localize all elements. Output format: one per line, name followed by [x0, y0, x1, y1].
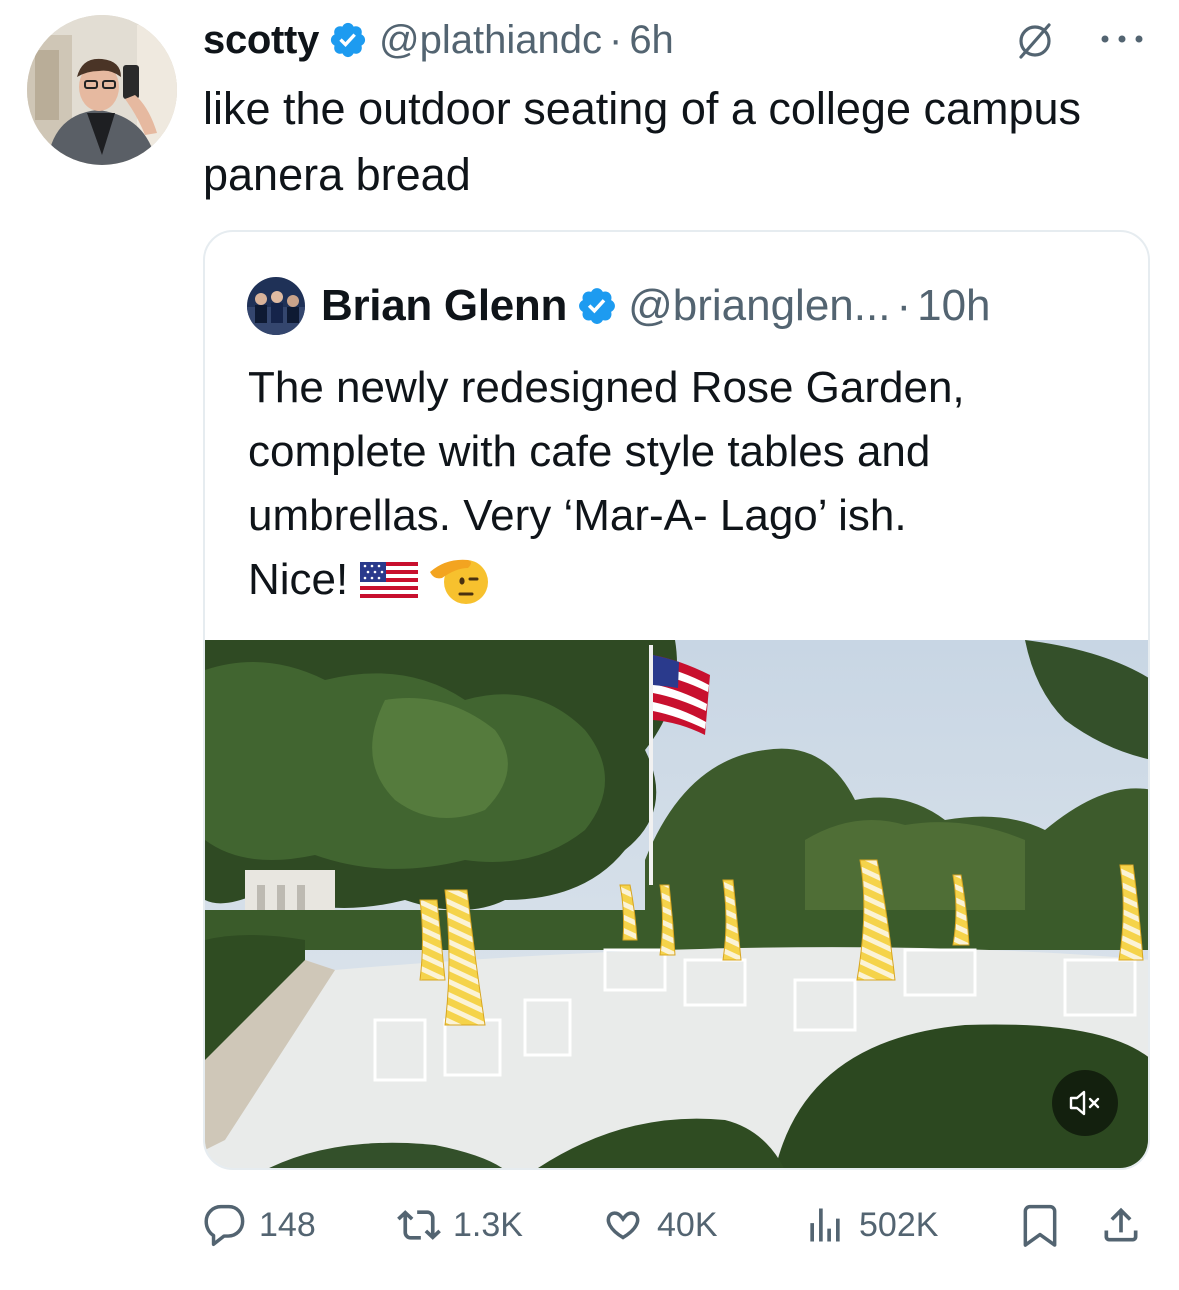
- rose-garden-video-frame: [205, 640, 1148, 1168]
- tweet-text: like the outdoor seating of a college ca…: [203, 83, 1082, 200]
- more-icon[interactable]: [1097, 24, 1147, 54]
- bookmark-button[interactable]: [1018, 1197, 1062, 1253]
- quoted-author-handle[interactable]: @brianglen...: [628, 281, 890, 331]
- like-count: 40K: [657, 1205, 718, 1244]
- author-avatar[interactable]: [27, 15, 177, 165]
- verified-badge-icon: [330, 22, 366, 58]
- repost-button[interactable]: 1.3K: [397, 1197, 523, 1253]
- quoted-author-avatar[interactable]: [247, 277, 305, 335]
- reply-icon: [204, 1204, 245, 1246]
- grok-icon[interactable]: [1015, 21, 1055, 61]
- heart-icon: [606, 1211, 640, 1240]
- mute-button[interactable]: [1052, 1070, 1118, 1136]
- views-button[interactable]: 502K: [803, 1197, 938, 1253]
- us-flag-emoji-icon: [360, 562, 419, 600]
- video-player[interactable]: [205, 640, 1148, 1168]
- like-button[interactable]: 40K: [601, 1197, 718, 1253]
- quoted-tweet-header: Brian Glenn @brianglen... · 10h: [247, 277, 991, 335]
- bookmark-icon: [1023, 1204, 1057, 1247]
- quoted-text-nice: Nice!: [248, 555, 349, 604]
- quoted-author-name[interactable]: Brian Glenn: [321, 281, 567, 331]
- author-name[interactable]: scotty: [203, 18, 319, 63]
- reply-count: 148: [259, 1205, 316, 1244]
- tweet-action-bar: 148 1.3K 40K 502K: [203, 1197, 1148, 1253]
- quoted-text-closing: Nice!: [248, 548, 1128, 612]
- tweet-timestamp[interactable]: 6h: [629, 18, 674, 63]
- verified-badge-icon: [579, 288, 616, 324]
- saluting-face-emoji-icon: [430, 559, 489, 604]
- muted-speaker-icon: [1069, 1090, 1100, 1116]
- views-icon: [810, 1208, 840, 1242]
- tweet-header: scotty @plathiandc · 6h: [203, 14, 674, 66]
- quoted-text-body: The newly redesigned Rose Garden, comple…: [248, 363, 965, 540]
- author-handle[interactable]: @plathiandc: [379, 18, 602, 63]
- share-button[interactable]: [1099, 1197, 1143, 1253]
- share-icon: [1104, 1207, 1138, 1242]
- repost-icon: [397, 1210, 441, 1240]
- quoted-tweet[interactable]: Brian Glenn @brianglen... · 10h The newl…: [203, 230, 1150, 1170]
- view-count: 502K: [859, 1205, 939, 1244]
- separator-dot: ·: [896, 281, 912, 330]
- reply-button[interactable]: 148: [203, 1197, 316, 1253]
- quoted-tweet-text: The newly redesigned Rose Garden, comple…: [248, 356, 1128, 612]
- separator-dot: ·: [608, 17, 623, 62]
- quoted-tweet-timestamp[interactable]: 10h: [917, 281, 990, 331]
- repost-count: 1.3K: [453, 1205, 523, 1244]
